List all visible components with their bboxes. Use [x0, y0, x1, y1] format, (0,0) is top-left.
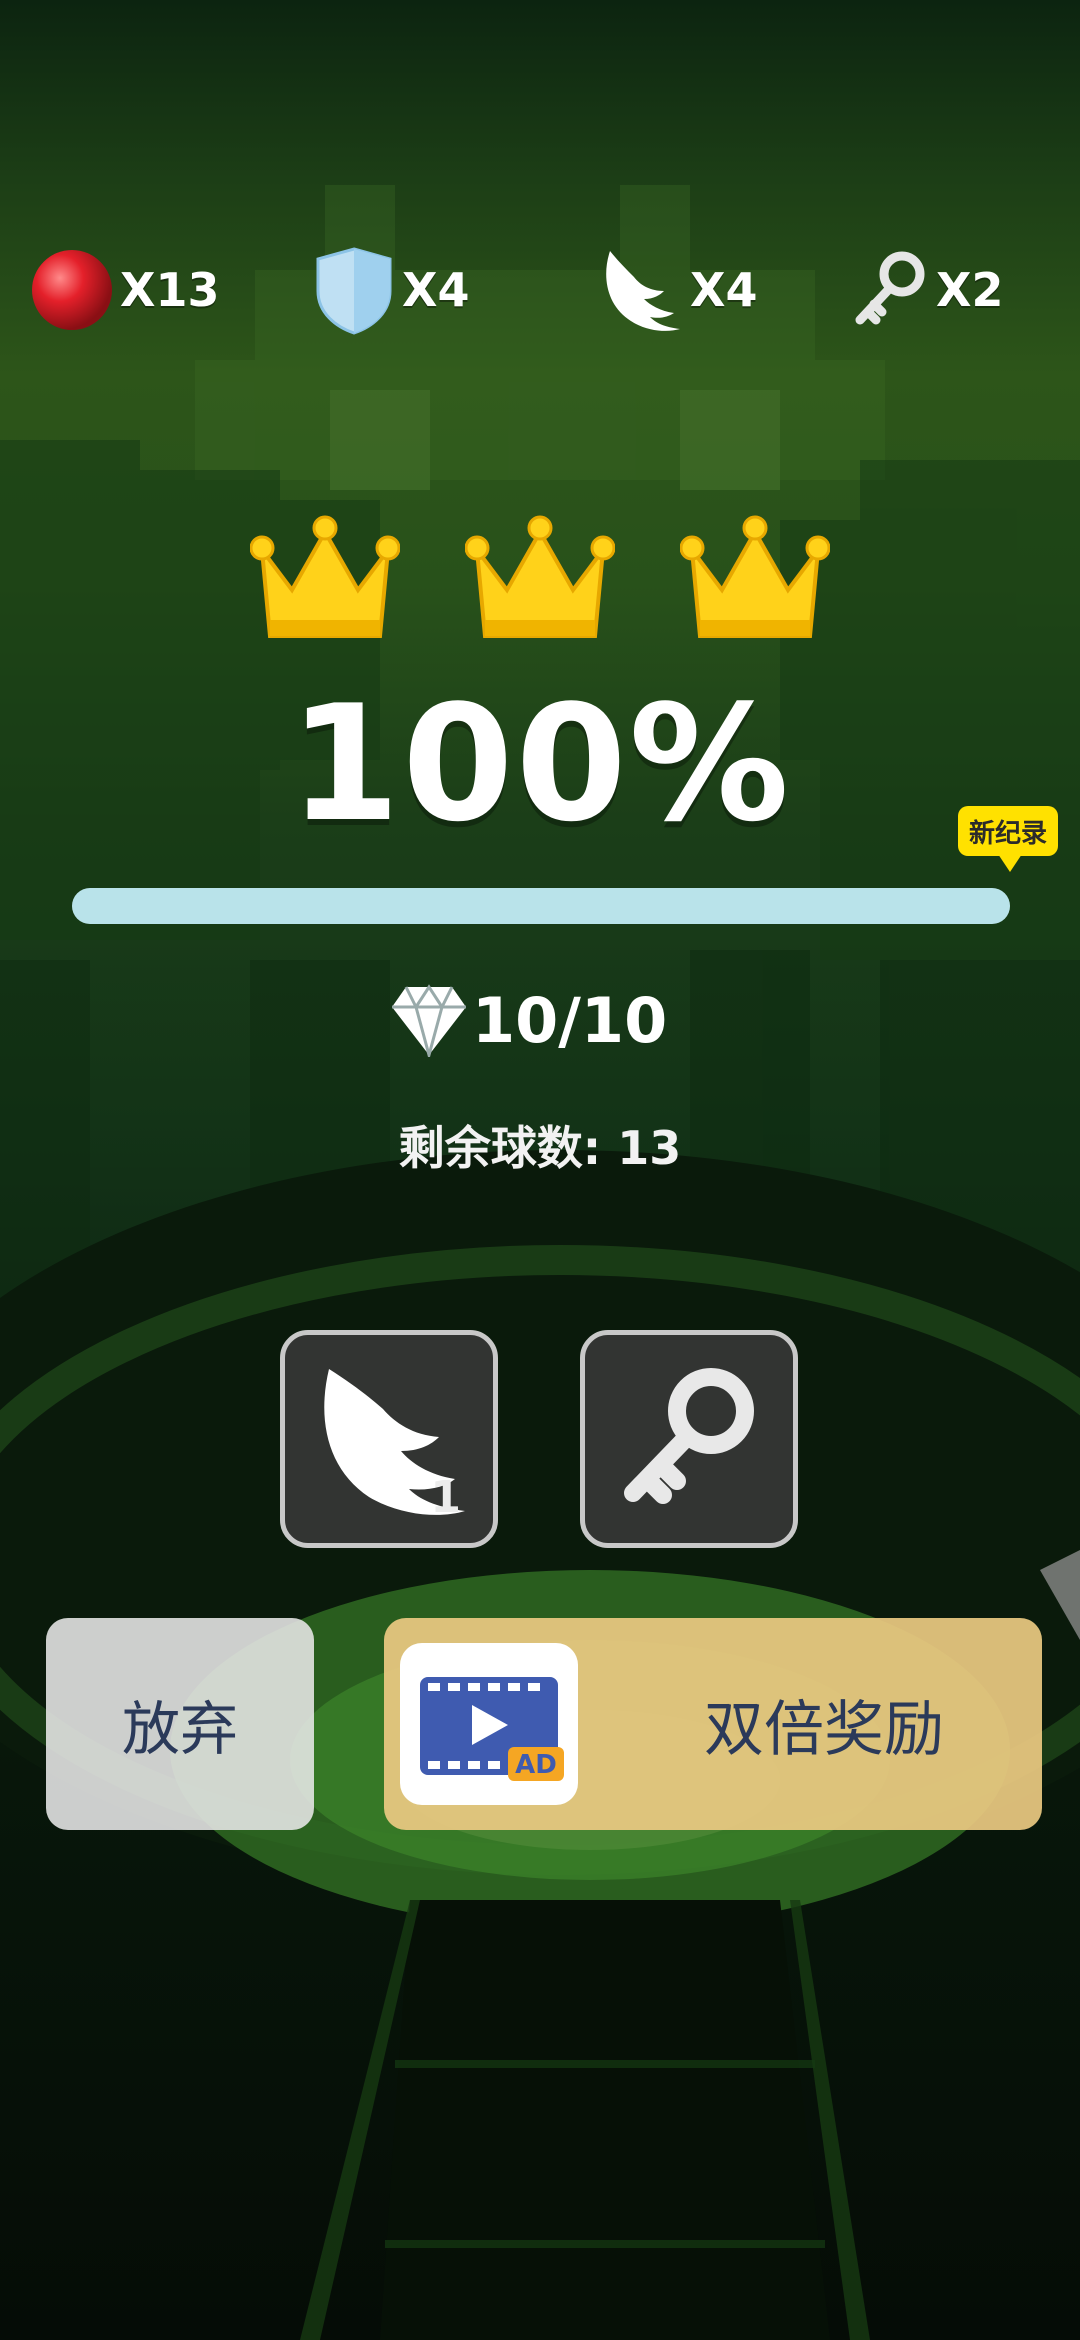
- red-ball-icon: [32, 250, 112, 330]
- key-icon: [624, 1368, 754, 1504]
- diamond-icon: [392, 984, 466, 1057]
- new-record-badge: 新纪录: [958, 806, 1058, 872]
- crown-icon: [680, 515, 830, 638]
- balls-left-text: 剩余球数: 13: [398, 1121, 682, 1175]
- ad-tag: AD: [515, 1750, 557, 1780]
- key-counter: X2: [850, 240, 1003, 340]
- key-item-button[interactable]: [580, 1330, 798, 1548]
- completion-percent: 100%: [288, 670, 792, 857]
- key-count: X2: [936, 263, 1004, 317]
- double-reward-button[interactable]: AD 双倍奖励: [384, 1618, 1042, 1830]
- resources-bar: X13 X4 X4 X2: [0, 240, 1080, 340]
- crown-icon: [465, 515, 615, 638]
- double-reward-label: 双倍奖励: [704, 1694, 944, 1765]
- give-up-button[interactable]: 放弃: [46, 1618, 314, 1830]
- progress-fill: [72, 888, 1010, 924]
- shield-counter: X4: [312, 240, 469, 340]
- progress-bar: [72, 888, 1010, 924]
- shield-icon: [316, 247, 392, 335]
- video-ad-icon: AD: [400, 1643, 578, 1805]
- gems-text: 10/10: [472, 983, 668, 1057]
- balls-count: X13: [120, 263, 220, 317]
- key-icon: [855, 251, 925, 325]
- wing-item-count: 1: [430, 1472, 461, 1523]
- wing-item-button[interactable]: 1: [280, 1330, 498, 1548]
- wing-icon: [606, 251, 680, 331]
- crown-icon: [250, 515, 400, 638]
- wing-counter: X4: [600, 240, 757, 340]
- wing-count: X4: [690, 263, 758, 317]
- gems-counter: 10/10: [390, 975, 667, 1065]
- shield-count: X4: [402, 263, 470, 317]
- balls-counter: X13: [30, 240, 219, 340]
- crown-rating: [250, 510, 830, 660]
